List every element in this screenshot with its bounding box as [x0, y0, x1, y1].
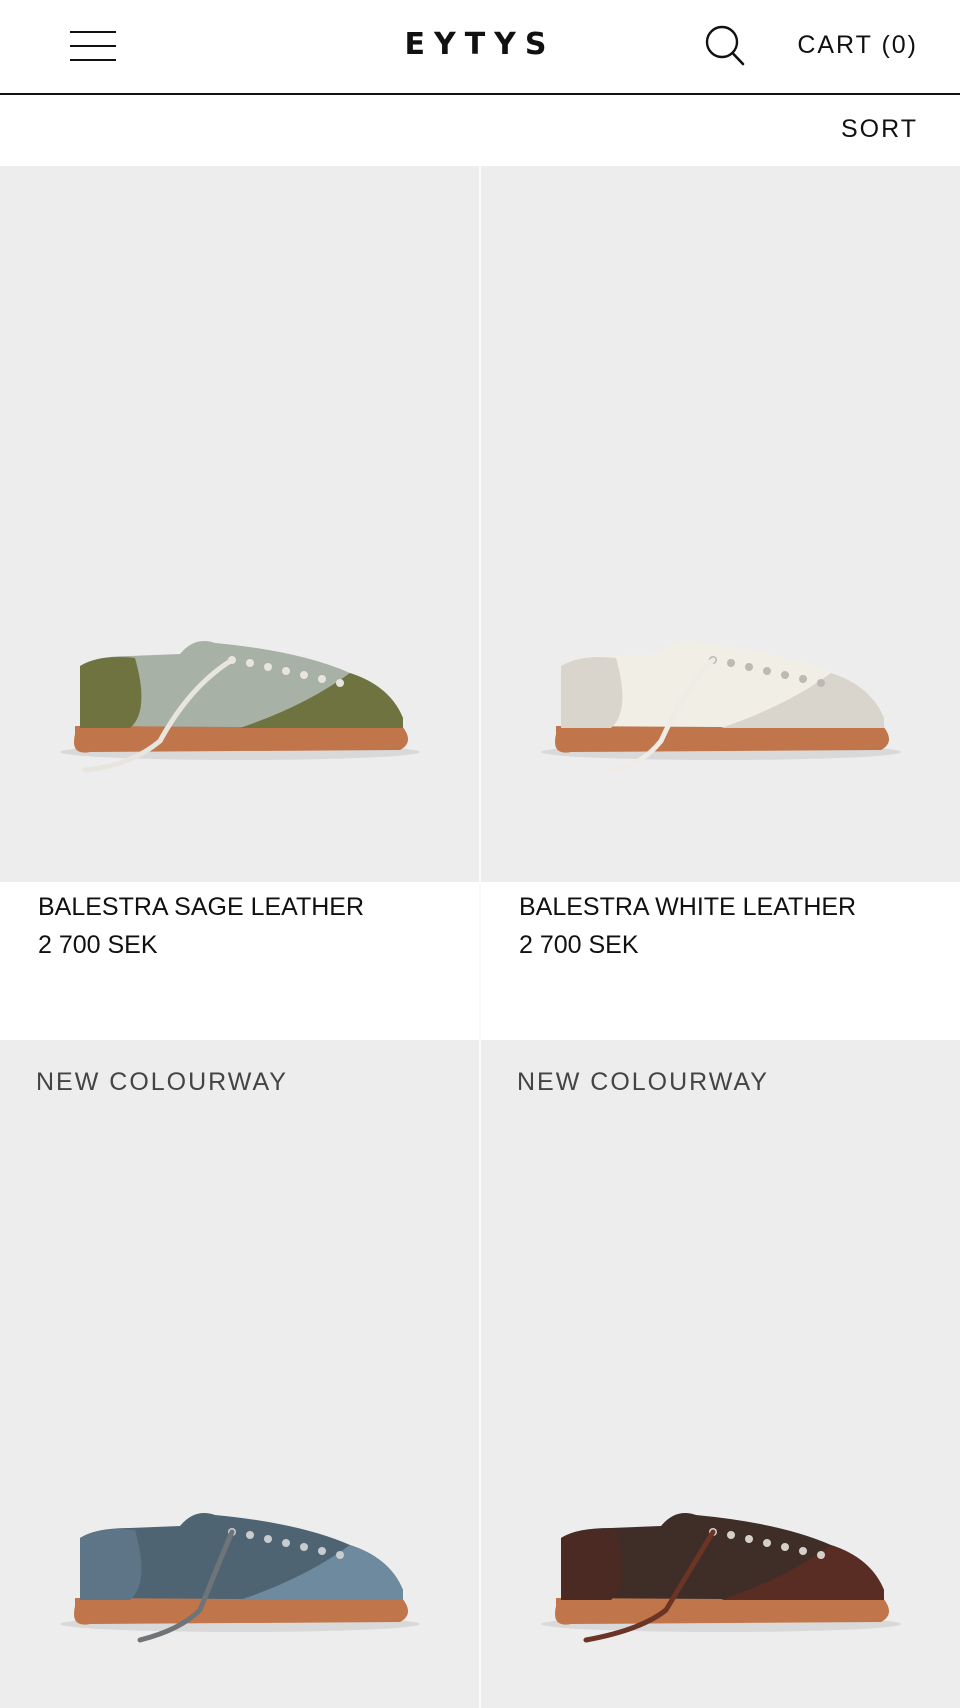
- cart-label: CART: [797, 31, 873, 59]
- shoe-sole: [555, 1598, 890, 1625]
- brand-logo[interactable]: EYTYS: [390, 24, 570, 66]
- product-card[interactable]: [0, 166, 479, 882]
- product-name[interactable]: BALESTRA WHITE LEATHER: [519, 890, 959, 924]
- hamburger-icon: [70, 31, 116, 33]
- site-header: EYTYS CART (0): [0, 0, 960, 95]
- shoe-heel-suede: [80, 1529, 142, 1600]
- new-colourway-badge: NEW COLOURWAY: [36, 1068, 288, 1096]
- product-card[interactable]: [481, 166, 960, 882]
- hamburger-menu-button[interactable]: [70, 30, 116, 62]
- product-price: 2 700 SEK: [38, 931, 158, 959]
- product-image[interactable]: [0, 1040, 479, 1708]
- cart-count: (0): [881, 31, 918, 59]
- sort-button[interactable]: SORT: [841, 115, 918, 144]
- new-colourway-badge: NEW COLOURWAY: [517, 1068, 769, 1096]
- product-name[interactable]: BALESTRA SAGE LEATHER: [38, 890, 478, 924]
- shoe-sole: [74, 726, 409, 753]
- search-button[interactable]: [703, 24, 747, 68]
- product-card[interactable]: NEW COLOURWAY: [481, 1040, 960, 1708]
- shoe-heel-suede: [561, 657, 623, 728]
- cart-link[interactable]: CART (0): [797, 28, 918, 62]
- search-icon: [705, 25, 745, 66]
- product-image[interactable]: [481, 166, 960, 882]
- product-card[interactable]: NEW COLOURWAY: [0, 1040, 479, 1708]
- product-image[interactable]: [0, 166, 479, 882]
- product-info: BALESTRA WHITE LEATHER 2 700 SEK: [519, 890, 959, 962]
- shoe-heel-suede: [80, 657, 142, 728]
- product-price: 2 700 SEK: [519, 931, 639, 959]
- shoe-sole: [555, 726, 890, 753]
- grid-divider: [479, 166, 481, 1708]
- shoe-sole: [74, 1598, 409, 1625]
- product-image[interactable]: [481, 1040, 960, 1708]
- listing-toolbar: SORT: [0, 95, 960, 166]
- shoe-heel-suede: [561, 1529, 623, 1600]
- product-info: BALESTRA SAGE LEATHER 2 700 SEK: [38, 890, 478, 962]
